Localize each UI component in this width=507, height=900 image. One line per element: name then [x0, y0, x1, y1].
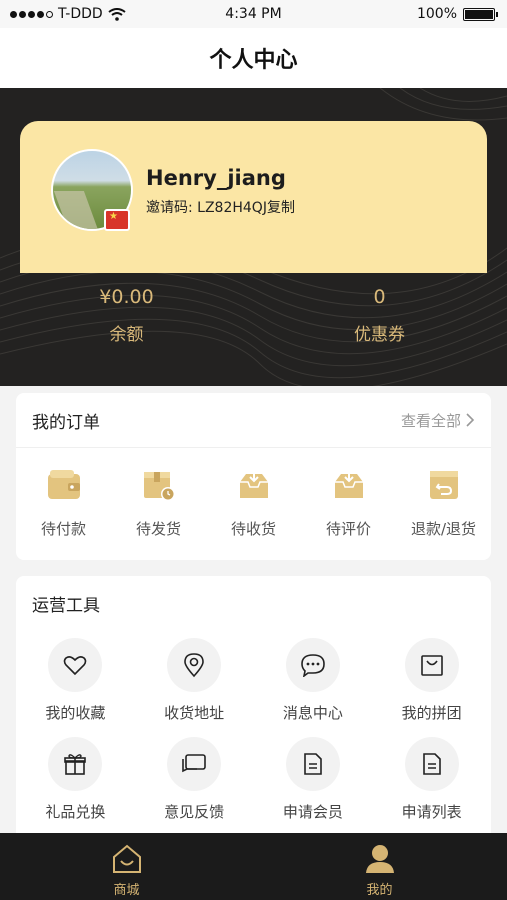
- heart-icon: [64, 656, 87, 676]
- flag-badge-icon: [104, 209, 130, 231]
- tool-messages[interactable]: 消息中心: [254, 638, 373, 723]
- location-pin-icon: [184, 653, 204, 678]
- tool-address[interactable]: 收货地址: [135, 638, 254, 723]
- inbox-review-icon: [334, 470, 363, 498]
- page-title: 个人中心: [0, 28, 507, 88]
- tab-label: 我的: [366, 883, 393, 898]
- user-icon: [365, 845, 394, 873]
- card-curve: [20, 238, 487, 266]
- tools-panel: 运营工具 我的收藏 收货地址 消息中心 我的拼团 礼品兑换 意见反馈 申请会员 …: [16, 576, 491, 846]
- order-item-label: 待收货: [230, 520, 276, 538]
- tools-header: 运营工具: [16, 576, 491, 630]
- tool-apply-member[interactable]: 申请会员: [254, 737, 373, 822]
- tool-group-buy[interactable]: 我的拼团: [372, 638, 491, 723]
- invite-code[interactable]: 邀请码: LZ82H4QJ复制: [146, 197, 295, 217]
- tool-label: 申请列表: [401, 803, 462, 821]
- balance-stat[interactable]: ¥0.00 余额: [0, 286, 253, 345]
- gift-icon: [64, 754, 87, 775]
- orders-header: 我的订单 查看全部: [16, 393, 491, 448]
- orders-title: 我的订单: [32, 412, 100, 433]
- tool-label: 收货地址: [164, 704, 225, 722]
- order-item-label: 待发货: [135, 520, 181, 538]
- list-document-icon: [422, 753, 441, 775]
- tool-label: 我的拼团: [401, 704, 462, 722]
- tab-mall[interactable]: 商城: [0, 833, 253, 900]
- order-item-label: 待付款: [40, 520, 86, 538]
- view-all-orders-link[interactable]: 查看全部: [401, 410, 475, 431]
- chat-bubble-icon: [301, 654, 325, 677]
- coupon-stat[interactable]: 0 优惠券: [253, 286, 506, 345]
- tool-label: 消息中心: [282, 704, 343, 722]
- tool-favorites[interactable]: 我的收藏: [16, 638, 135, 723]
- tab-label: 商城: [113, 883, 140, 898]
- tab-bar: 商城 我的: [0, 833, 507, 900]
- view-all-label: 查看全部: [400, 411, 461, 430]
- tool-label: 意见反馈: [164, 803, 225, 821]
- orders-panel: 我的订单 查看全部 待付款 待发货 待收货 待评价 退款/退货: [16, 393, 491, 560]
- refund-return-icon: [429, 471, 458, 499]
- tool-gift-exchange[interactable]: 礼品兑换: [16, 737, 135, 822]
- chevron-right-icon: [466, 413, 475, 427]
- package-clock-icon: [143, 472, 175, 501]
- order-item-label: 待评价: [325, 520, 371, 538]
- order-pending-review[interactable]: 待评价: [304, 468, 394, 539]
- inbox-download-icon: [239, 470, 268, 498]
- order-pending-payment[interactable]: 待付款: [19, 468, 109, 539]
- coupon-value: 0: [373, 286, 386, 308]
- shopping-bag-icon: [420, 655, 443, 676]
- tab-mine[interactable]: 我的: [253, 833, 506, 900]
- balance-value: ¥0.00: [99, 286, 154, 308]
- tool-label: 礼品兑换: [45, 803, 106, 821]
- battery-indicator: 100%: [416, 6, 498, 22]
- status-bar: T-DDD 4:34 PM 100%: [0, 0, 507, 28]
- account-stats: ¥0.00 余额 0 优惠券: [0, 286, 507, 345]
- document-icon: [304, 753, 322, 775]
- tool-feedback[interactable]: 意见反馈: [135, 737, 254, 822]
- username: Henry_jiang: [146, 166, 286, 190]
- tool-label: 申请会员: [282, 803, 343, 821]
- order-pending-shipment[interactable]: 待发货: [114, 468, 204, 539]
- tool-label: 我的收藏: [45, 704, 106, 722]
- order-item-label: 退款/退货: [410, 520, 477, 538]
- profile-header: Henry_jiang 邀请码: LZ82H4QJ复制 ¥0.00 余额 0 优…: [0, 88, 507, 386]
- order-refund-return[interactable]: 退款/退货: [399, 468, 489, 539]
- feedback-icon: [182, 754, 206, 773]
- coupon-label: 优惠券: [354, 325, 405, 345]
- home-store-icon: [112, 844, 141, 873]
- balance-label: 余额: [109, 325, 144, 345]
- order-pending-receipt[interactable]: 待收货: [209, 468, 299, 539]
- battery-percent: 100%: [416, 6, 457, 22]
- wallet-icon: [47, 470, 80, 499]
- tools-title: 运营工具: [32, 595, 100, 616]
- battery-icon: [463, 7, 498, 21]
- tool-apply-list[interactable]: 申请列表: [372, 737, 491, 822]
